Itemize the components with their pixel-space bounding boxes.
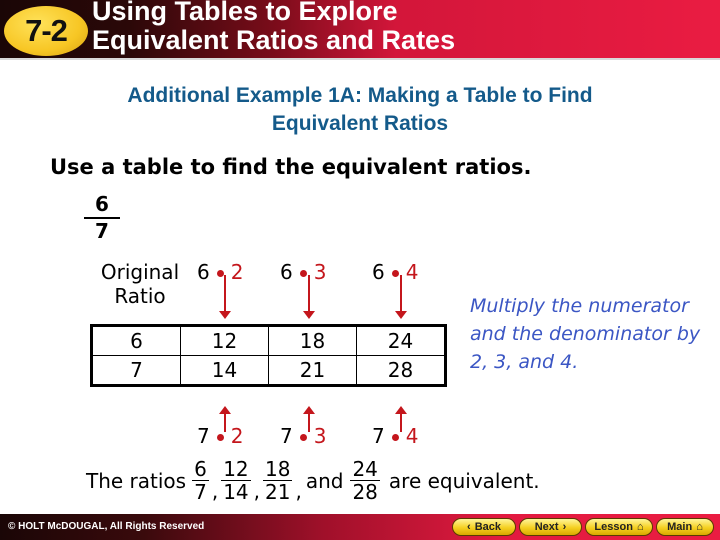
multiplier-factor: 4 [405, 424, 419, 448]
multiplier-factor: 3 [313, 424, 327, 448]
fraction-denominator: 14 [223, 480, 249, 504]
lesson-button[interactable]: Lesson ⌂ [585, 518, 653, 536]
arrow-down-icon [303, 275, 315, 319]
fraction-numerator: 12 [221, 457, 251, 481]
original-label-line1: Original [100, 260, 180, 284]
multiplier-base: 7 [372, 424, 385, 448]
fraction-denominator: 28 [352, 480, 378, 504]
multiply-dot-icon [391, 434, 399, 441]
multiplier-base: 6 [372, 260, 385, 284]
prompt-text: Use a table to find the equivalent ratio… [50, 155, 532, 179]
bottom-multiplier-1: 72 [197, 424, 243, 448]
table-cell: 6 [91, 325, 181, 356]
multiply-dot-icon [216, 270, 224, 277]
copyright-text: © HOLT McDOUGAL, All Rights Reserved [8, 521, 205, 532]
main-label: Main [667, 521, 693, 533]
top-multiplier-3: 64 [372, 260, 418, 284]
original-ratio-label: Original Ratio [90, 260, 190, 308]
top-multiplier-2: 63 [280, 260, 326, 284]
original-label-line2: Ratio [114, 284, 166, 308]
chevron-right-icon: › [562, 521, 567, 533]
fraction: 18 21 [263, 457, 293, 504]
main-button[interactable]: Main ⌂ [656, 518, 714, 536]
lesson-title: Using Tables to Explore Equivalent Ratio… [92, 0, 455, 55]
home-icon: ⌂ [636, 521, 644, 533]
top-multiplier-1: 62 [197, 260, 243, 284]
table-row-numerators: 6 12 18 24 [91, 325, 446, 356]
fraction-numerator: 18 [263, 457, 293, 481]
example-title-line1: Additional Example 1A: Making a Table to… [127, 84, 593, 107]
next-label: Next [534, 521, 559, 533]
multiplier-base: 6 [197, 260, 210, 284]
given-denominator: 7 [95, 219, 109, 243]
multiply-dot-icon [299, 434, 307, 441]
lesson-badge: 7-2 [4, 6, 88, 56]
multiplier-base: 7 [280, 424, 293, 448]
conclusion-sentence: The ratios 67, 12 14, 18 21, and 24 28 are … [86, 458, 540, 503]
lesson-title-line1: Using Tables to Explore [92, 0, 398, 26]
multiplier-base: 6 [280, 260, 293, 284]
lesson-title-line2: Equivalent Ratios and Rates [92, 25, 456, 55]
fraction: 12 14 [221, 457, 251, 504]
bottom-multiplier-2: 73 [280, 424, 326, 448]
arrow-down-icon [219, 275, 231, 319]
ratio-table: 6 12 18 24 7 14 21 28 [90, 324, 447, 387]
multiplier-factor: 4 [405, 260, 419, 284]
home-icon: ⌂ [696, 521, 703, 533]
bottom-multiplier-3: 74 [372, 424, 418, 448]
fraction-denominator: 21 [265, 480, 291, 504]
multiplier-factor: 2 [230, 260, 244, 284]
next-button[interactable]: Next › [519, 518, 582, 536]
separator: , [253, 479, 260, 503]
multiply-dot-icon [391, 270, 399, 277]
arrow-down-icon [395, 275, 407, 319]
fraction-numerator: 6 [192, 457, 209, 481]
separator: , [211, 479, 219, 503]
multiplier-factor: 3 [313, 260, 327, 284]
example-title-line2: Equivalent Ratios [271, 112, 449, 135]
fraction-denominator: 7 [194, 480, 207, 504]
multiply-dot-icon [299, 270, 307, 277]
chevron-left-icon: ‹ [467, 521, 471, 533]
table-cell: 18 [268, 325, 357, 356]
table-cell: 14 [180, 355, 269, 386]
multiplier-base: 7 [197, 424, 210, 448]
table-cell: 21 [268, 355, 357, 386]
table-row-denominators: 7 14 21 28 [91, 355, 446, 386]
multiplier-factor: 2 [230, 424, 244, 448]
table-cell: 24 [356, 325, 446, 356]
back-button[interactable]: ‹ Back [452, 518, 516, 536]
fraction: 24 28 [350, 457, 380, 504]
hint-note: Multiply the numerator and the denominat… [470, 295, 701, 373]
given-numerator: 6 [95, 192, 109, 216]
back-label: Back [474, 521, 501, 533]
header-divider [0, 58, 720, 60]
table-cell: 28 [356, 355, 446, 386]
footer-bar: © HOLT McDOUGAL, All Rights Reserved ‹ Ba… [0, 514, 720, 540]
separator: , [295, 479, 302, 503]
conjunction: and [305, 468, 344, 493]
conclusion-prefix: The ratios [86, 468, 187, 493]
lesson-label: Lesson [594, 521, 633, 533]
table-cell: 7 [91, 355, 181, 386]
example-title: Additional Example 1A: Making a Table to… [0, 82, 720, 138]
fraction: 67 [192, 458, 209, 503]
conclusion-suffix: are equivalent. [388, 468, 540, 493]
table-cell: 12 [180, 325, 269, 356]
given-ratio: 6 7 [84, 193, 120, 243]
header-bar: 7-2 Using Tables to Explore Equivalent R… [0, 0, 720, 58]
fraction-numerator: 24 [350, 457, 380, 481]
multiply-dot-icon [216, 434, 224, 441]
